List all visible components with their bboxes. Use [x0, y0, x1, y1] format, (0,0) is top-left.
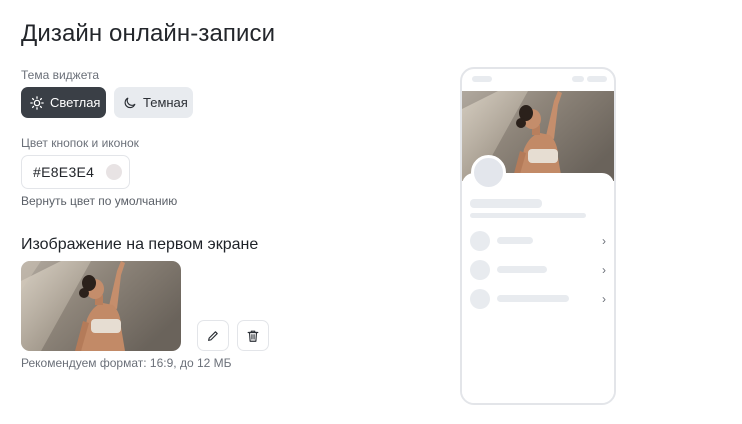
- trash-icon: [247, 330, 259, 342]
- image-format-hint: Рекомендуем формат: 16:9, до 12 МБ: [21, 356, 232, 370]
- hero-image-thumbnail: [21, 261, 181, 351]
- widget-preview-phone: › › ›: [460, 67, 616, 405]
- phone-status-bar: [462, 69, 614, 91]
- reset-color-link[interactable]: Вернуть цвет по умолчанию: [21, 194, 177, 208]
- skeleton-title: [470, 199, 542, 208]
- preview-avatar: [471, 155, 506, 190]
- image-section-title: Изображение на первом экране: [21, 236, 259, 253]
- skeleton-row-text: [497, 237, 533, 244]
- skeleton-row-icon: [470, 231, 490, 251]
- status-pill: [587, 76, 607, 82]
- theme-dark-label: Темная: [143, 95, 188, 110]
- delete-image-button[interactable]: [237, 320, 269, 351]
- chevron-right-icon: ›: [602, 292, 606, 306]
- skeleton-row-icon: [470, 260, 490, 280]
- color-swatch[interactable]: [106, 164, 122, 180]
- status-pill: [572, 76, 584, 82]
- color-input[interactable]: #E8E3E4: [21, 155, 130, 189]
- skeleton-row-icon: [470, 289, 490, 309]
- skeleton-row-text: [497, 295, 569, 302]
- color-value[interactable]: #E8E3E4: [33, 164, 94, 180]
- sun-icon: [30, 95, 44, 110]
- theme-light-button[interactable]: Светлая: [21, 87, 106, 118]
- color-label: Цвет кнопок и иконок: [21, 136, 139, 150]
- edit-image-button[interactable]: [197, 320, 229, 351]
- theme-light-label: Светлая: [50, 95, 101, 110]
- chevron-right-icon: ›: [602, 234, 606, 248]
- theme-dark-button[interactable]: Темная: [114, 87, 193, 118]
- theme-label: Тема виджета: [21, 68, 100, 82]
- page-title: Дизайн онлайн-записи: [21, 20, 276, 47]
- skeleton-row-text: [497, 266, 547, 273]
- pencil-icon: [208, 330, 218, 341]
- status-pill: [472, 76, 492, 82]
- moon-icon: [124, 97, 136, 108]
- chevron-right-icon: ›: [602, 263, 606, 277]
- preview-content-sheet: › › ›: [462, 173, 614, 403]
- skeleton-subtitle: [470, 213, 586, 218]
